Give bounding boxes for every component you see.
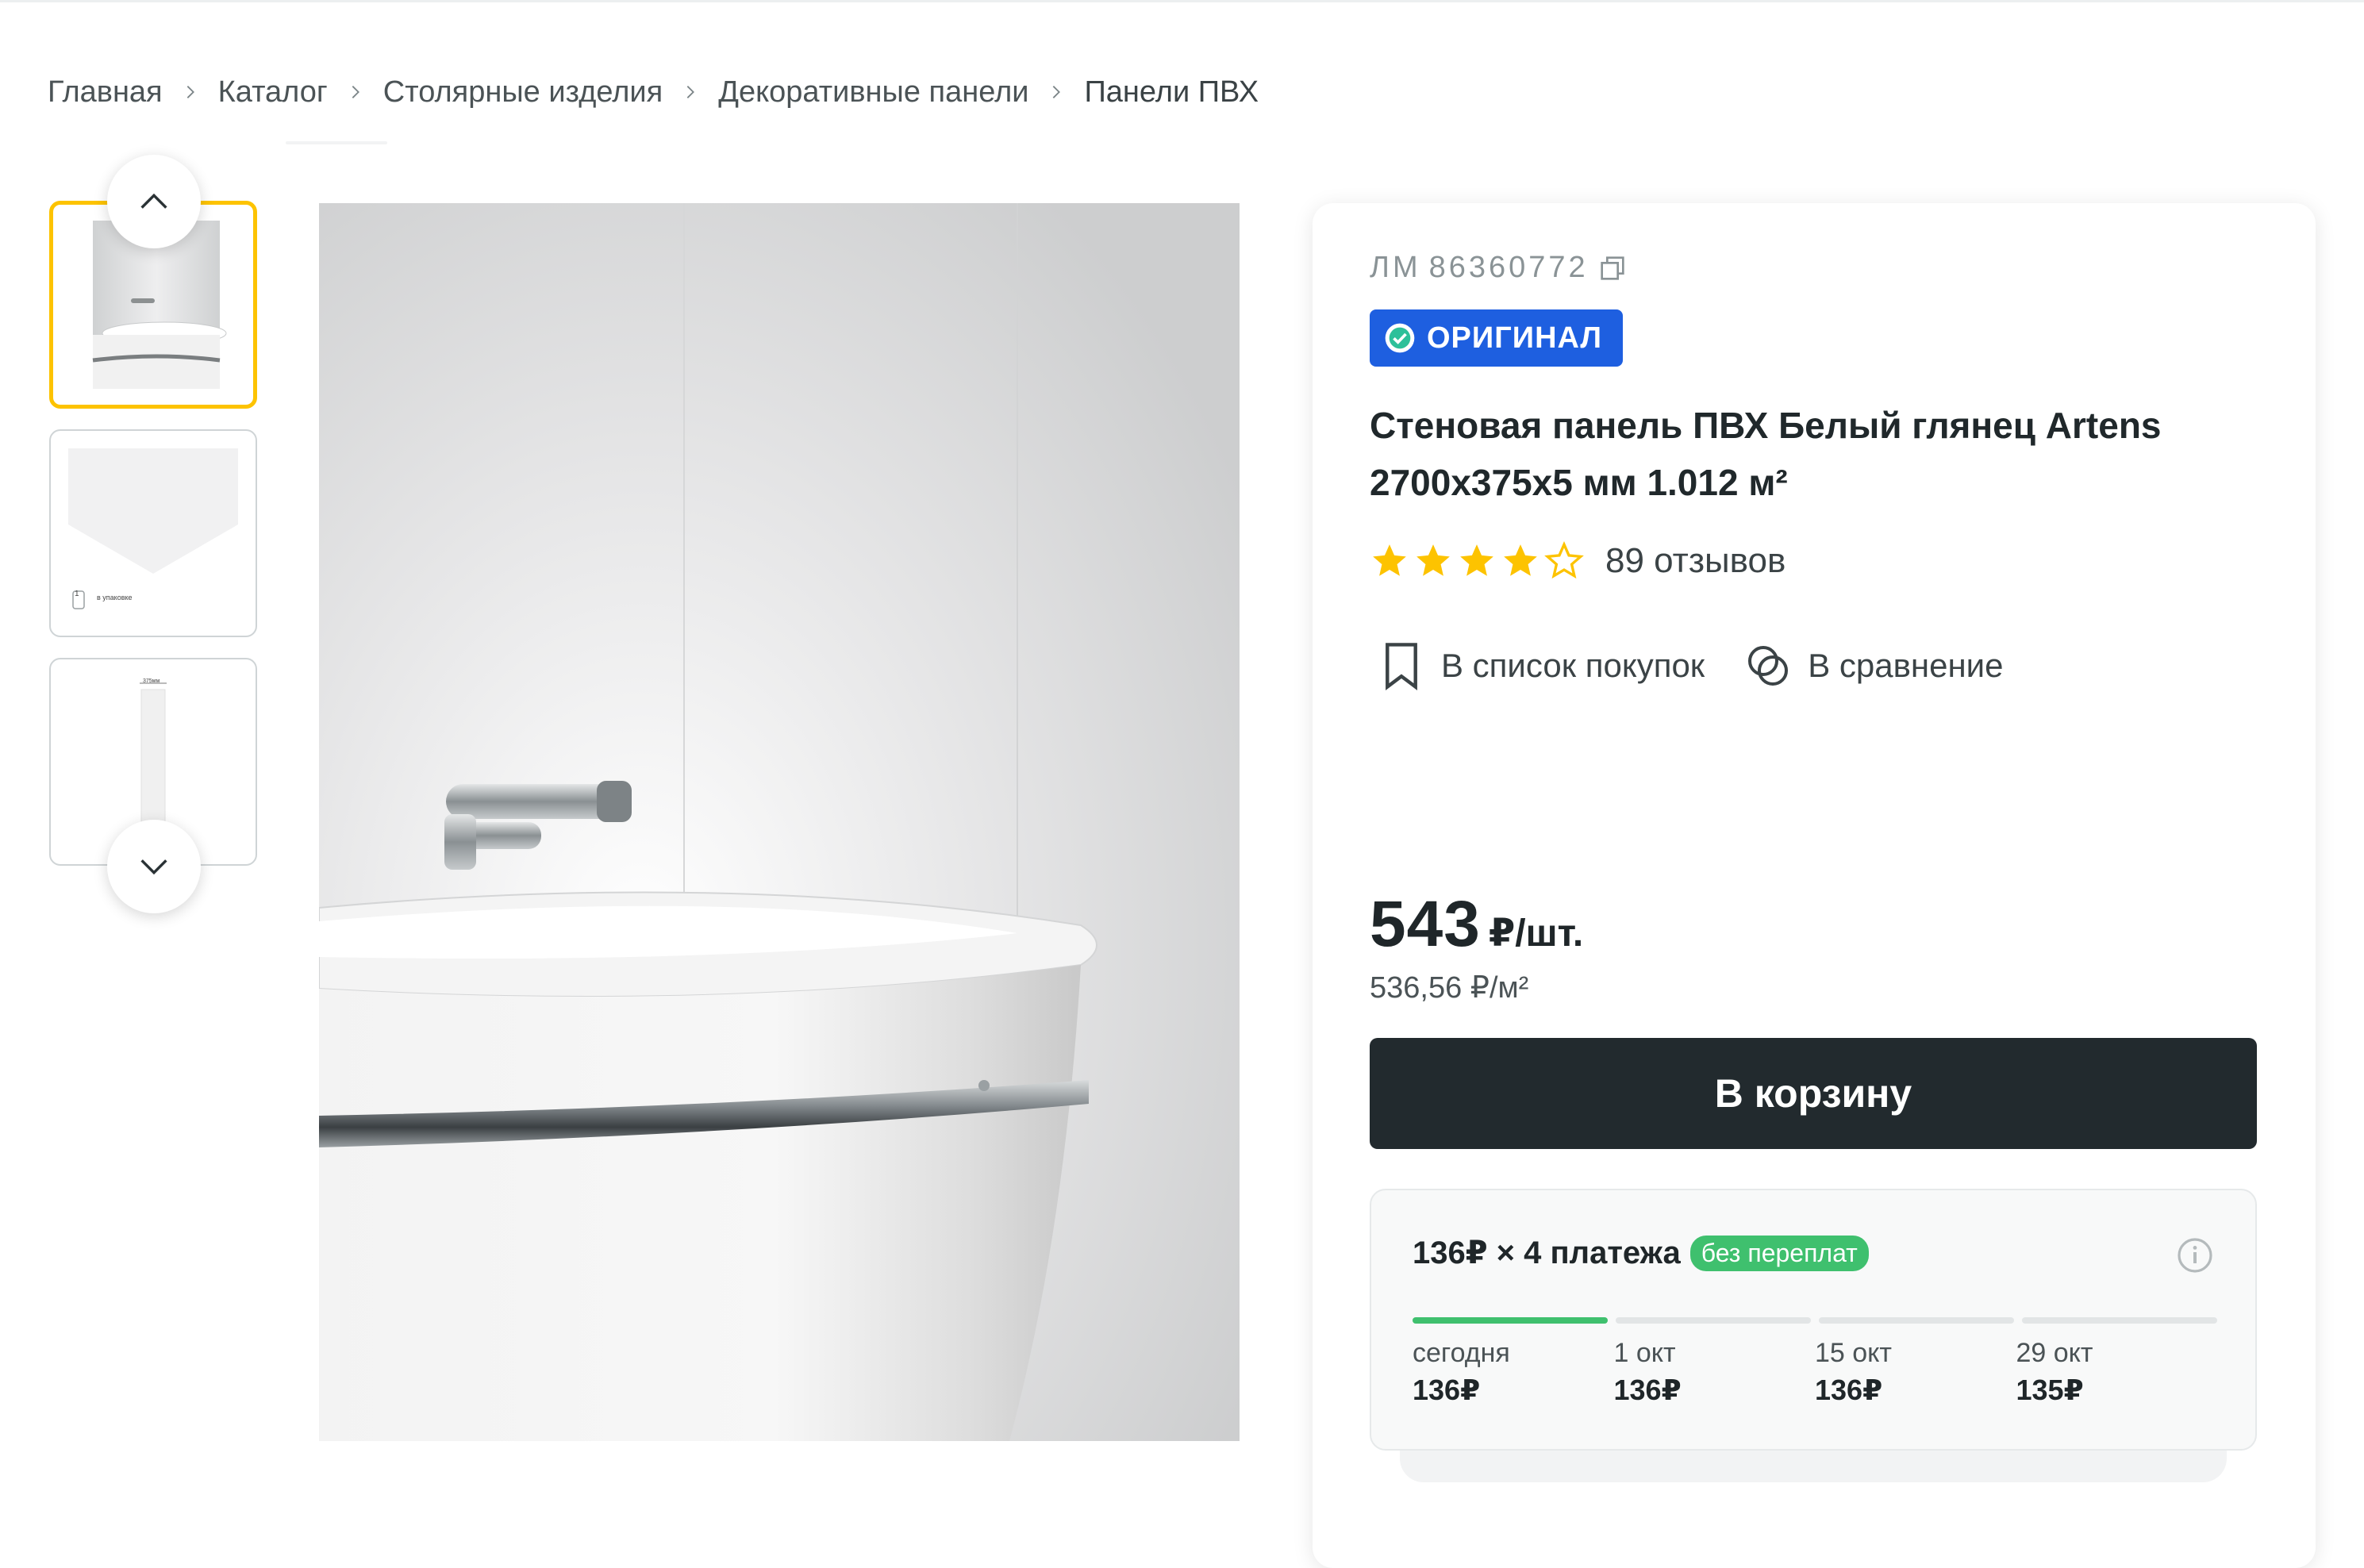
copy-icon[interactable] (1597, 252, 1628, 284)
installment-header: 136₽ × 4 платежа без переплат (1413, 1235, 1869, 1271)
thumbnail-dimension-caption: 375мм (143, 678, 160, 684)
add-to-cart-button[interactable]: В корзину (1370, 1038, 2257, 1149)
breadcrumb-item-home[interactable]: Главная (48, 75, 163, 110)
product-title-line1: Стеновая панель ПВХ Белый глянец Artens (1370, 405, 2162, 446)
price: 543 ₽/шт. (1370, 887, 1583, 962)
payment-amount: 136₽ (1815, 1374, 1883, 1406)
installment-card-stack (1400, 1451, 2227, 1482)
bookmark-icon (1386, 643, 1417, 690)
payment-date: 29 окт (2016, 1338, 2093, 1368)
bathtub-photo (319, 203, 1240, 1441)
chevron-up-icon (140, 193, 167, 209)
add-to-compare-button[interactable]: В сравнение (1746, 641, 2003, 690)
breadcrumb-item-decor-panels[interactable]: Декоративные панели (718, 75, 1028, 110)
compare-icon (1748, 646, 1789, 686)
installment-progress (1413, 1317, 2217, 1324)
thumbnail-panel-image (68, 448, 238, 609)
star-filled-icon (1504, 544, 1537, 576)
installment-plan[interactable]: 136₽ × 4 платежа без переплат сегодня 13… (1370, 1189, 2257, 1451)
product-info-card: ЛМ 86360772 ОРИГИНАЛ Стеновая панель ПВХ… (1313, 203, 2316, 1568)
thumbnail-pack-caption: в упаковке (97, 594, 133, 601)
product-sku: ЛМ 86360772 (1370, 251, 1628, 285)
product-rating[interactable]: 89 отзывов (1370, 541, 1785, 581)
thumbnail-2[interactable]: 1 в упаковке (49, 429, 257, 637)
installment-payment-1: сегодня 136₽ (1413, 1338, 1614, 1407)
thumbnail-pack-count: 1 (75, 590, 79, 598)
thumbnails-next-button[interactable] (107, 820, 201, 913)
product-title: Стеновая панель ПВХ Белый глянец Artens … (1370, 397, 2266, 511)
installment-progress-segment (2022, 1317, 2217, 1324)
top-divider (0, 0, 2364, 2)
payment-date: сегодня (1413, 1338, 1510, 1368)
breadcrumb-item-catalog[interactable]: Каталог (218, 75, 328, 110)
product-title-line2: 2700x375x5 мм 1.012 м² (1370, 462, 1788, 503)
sku-number: 86360772 (1428, 251, 1589, 284)
star-filled-icon (1416, 544, 1450, 576)
price-unit: ₽/шт. (1488, 913, 1584, 955)
breadcrumb-scroll-indicator (286, 141, 387, 144)
installment-payment-2: 1 окт 136₽ (1614, 1338, 1816, 1407)
sku-label: ЛМ (1370, 251, 1421, 284)
thumbnails-prev-button[interactable] (107, 155, 201, 248)
star-empty-icon (1544, 541, 1584, 579)
no-overpay-badge: без переплат (1689, 1235, 1869, 1271)
breadcrumb-item-joinery[interactable]: Столярные изделия (383, 75, 663, 110)
chevron-right-icon (163, 83, 218, 101)
installment-payment-4: 29 окт 135₽ (2016, 1338, 2218, 1407)
chevron-down-icon (140, 859, 167, 875)
shopping-list-label: В список покупок (1441, 647, 1705, 684)
info-icon[interactable] (2176, 1236, 2214, 1274)
breadcrumb-item-pvc-panels[interactable]: Панели ПВХ (1084, 75, 1259, 110)
breadcrumb: Главная Каталог Столярные изделия Декора… (48, 70, 1259, 114)
rating-stars (1370, 541, 1588, 581)
add-to-shopping-list-button[interactable]: В список покупок (1379, 641, 1705, 690)
original-badge: ОРИГИНАЛ (1370, 309, 1624, 367)
installment-schedule: сегодня 136₽ 1 окт 136₽ 15 окт 136₽ 29 о… (1413, 1338, 2217, 1407)
compare-label: В сравнение (1808, 647, 2004, 684)
payment-date: 1 окт (1613, 1338, 1676, 1368)
badge-label: ОРИГИНАЛ (1427, 321, 1603, 355)
chevron-right-icon (1028, 83, 1084, 101)
star-filled-icon (1460, 544, 1493, 576)
chevron-right-icon (328, 83, 383, 101)
installment-progress-segment (1819, 1317, 2014, 1324)
installment-progress-segment (1616, 1317, 1811, 1324)
star-filled-icon (1373, 544, 1406, 576)
installment-progress-segment (1413, 1317, 1608, 1324)
reviews-link[interactable]: 89 отзывов (1605, 541, 1785, 581)
check-circle-icon (1385, 323, 1415, 353)
installment-payment-3: 15 окт 136₽ (1815, 1338, 2016, 1407)
payment-amount: 136₽ (1413, 1374, 1481, 1406)
price-value: 543 (1370, 888, 1481, 960)
installment-title: 136₽ × 4 платежа (1413, 1236, 1681, 1270)
payment-amount: 135₽ (2016, 1374, 2084, 1406)
chevron-right-icon (663, 83, 718, 101)
product-main-image[interactable] (319, 203, 1240, 1441)
payment-date: 15 окт (1815, 1338, 1893, 1368)
payment-amount: 136₽ (1613, 1374, 1682, 1406)
price-per-area: 536,56 ₽/м² (1370, 971, 1529, 1005)
product-actions: В список покупок В сравнение (1379, 641, 2044, 690)
